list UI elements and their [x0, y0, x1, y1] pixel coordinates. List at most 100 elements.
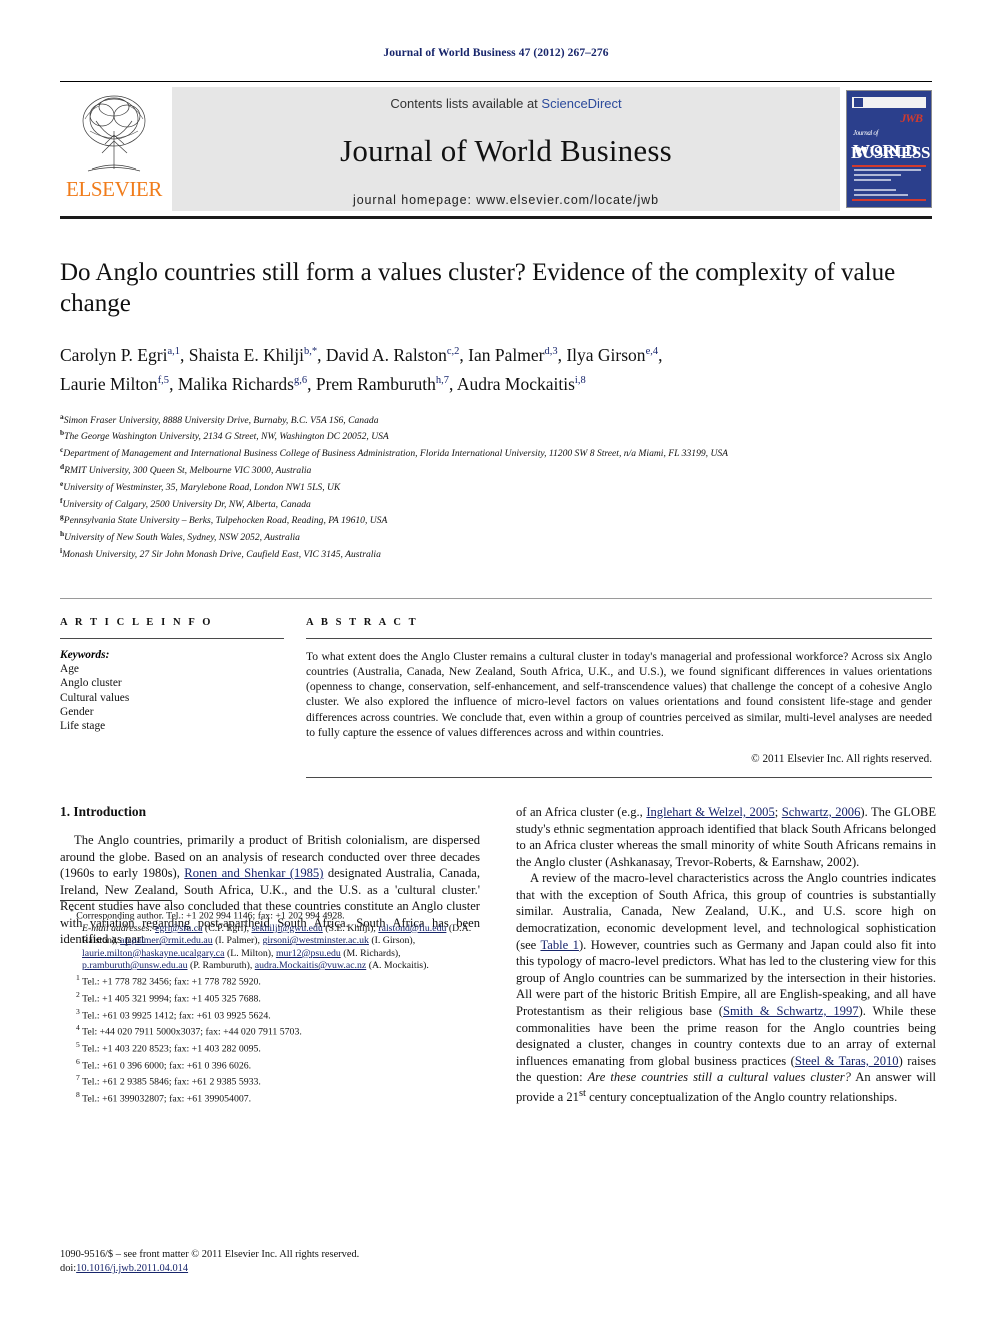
citation-ronen-shenkar[interactable]: Ronen and Shenkar (1985) — [184, 866, 323, 880]
affiliation-text: University of New South Wales, Sydney, N… — [64, 532, 300, 544]
email-owner: (S.E. Khilji), — [322, 922, 379, 934]
email-owner: (L. Milton), — [224, 947, 276, 959]
email-link[interactable]: mur12@psu.edu — [276, 948, 341, 959]
email-owner: (M. Richards), — [340, 947, 401, 959]
keyword-item: Anglo cluster — [60, 677, 122, 690]
footnote-marker: 2 — [76, 990, 80, 1000]
email-addresses-label: E-mail addresses: — [82, 922, 153, 934]
article-info-heading: A R T I C L E I N F O — [60, 616, 214, 628]
abstract-text: To what extent does the Anglo Cluster re… — [306, 649, 932, 739]
email-link[interactable]: laurie.milton@haskayne.ucalgary.ca — [82, 948, 225, 959]
doi-link[interactable]: 10.1016/j.jwb.2011.04.014 — [76, 1263, 188, 1274]
footnote-divider — [60, 900, 172, 902]
footnote-marker: 5 — [76, 1040, 80, 1050]
journal-title: Journal of World Business — [340, 132, 672, 168]
author-line-1: Carolyn P. Egria,1, Shaista E. Khiljib,*… — [60, 344, 663, 365]
affiliation-text: University of Calgary, 2500 University D… — [62, 498, 311, 510]
elsevier-logo: ELSEVIER — [60, 87, 168, 211]
cover-title-line2: BUSINESS — [851, 143, 931, 162]
masthead-center-band: Contents lists available at ScienceDirec… — [172, 87, 840, 211]
affiliation-item: eUniversity of Westminster, 35, Marylebo… — [60, 478, 932, 495]
email-link[interactable]: egri@sfu.ca — [155, 923, 202, 934]
elsevier-wordmark: ELSEVIER — [66, 177, 162, 201]
email-owner: (I. Palmer), — [212, 935, 263, 947]
abstract-column: A B S T R A C T To what extent does the … — [306, 599, 932, 778]
citation-smith-schwartz[interactable]: Smith & Schwartz, 1997 — [723, 1004, 859, 1018]
email-owner: (C.P. Egri), — [202, 922, 252, 934]
body-column-right: of an Africa cluster (e.g., Inglehart & … — [516, 804, 936, 1106]
citation-steel-taras[interactable]: Steel & Taras, 2010 — [795, 1054, 899, 1068]
intro-paragraph-right-1: of an Africa cluster (e.g., Inglehart & … — [516, 804, 936, 870]
affiliation-item: gPennsylvania State University – Berks, … — [60, 511, 932, 528]
affiliation-item: dRMIT University, 300 Queen St, Melbourn… — [60, 461, 932, 478]
link-table-1[interactable]: Table 1 — [540, 938, 579, 952]
research-question: Are these countries still a cultural val… — [587, 1070, 851, 1085]
affiliation-text: RMIT University, 300 Queen St, Melbourne… — [64, 465, 312, 477]
citation-inglehart-welzel[interactable]: Inglehart & Welzel, 2005 — [646, 805, 774, 819]
footnote-marker: 3 — [76, 1006, 80, 1016]
section-heading-introduction: 1. Introduction — [60, 803, 147, 819]
affiliation-item: bThe George Washington University, 2134 … — [60, 427, 932, 444]
email-link[interactable]: ralstond@fiu.edu — [378, 923, 446, 934]
article-info-column: A R T I C L E I N F O Keywords: Age Angl… — [60, 599, 306, 778]
footnote-tel: 2 Tel.: +1 405 321 9994; fax: +1 405 325… — [60, 989, 480, 1006]
body-columns: 1. Introduction The Anglo countries, pri… — [60, 804, 936, 1106]
footnote-tel: 1 Tel.: +1 778 782 3456; fax: +1 778 782… — [60, 972, 480, 989]
affiliation-item: hUniversity of New South Wales, Sydney, … — [60, 528, 932, 545]
keyword-item: Life stage — [60, 720, 106, 733]
footnote-tel-text: Tel.: +61 03 9925 1412; fax: +61 03 9925… — [82, 1010, 271, 1022]
author-list: Carolyn P. Egria,1, Shaista E. Khiljib,*… — [60, 339, 932, 397]
footnote-marker: 1 — [76, 973, 80, 983]
email-link[interactable]: sekhilji@gwu.edu — [251, 923, 322, 934]
article-info-abstract-section: A R T I C L E I N F O Keywords: Age Angl… — [60, 597, 932, 778]
sciencedirect-link[interactable]: ScienceDirect — [541, 96, 621, 111]
footnote-tel: 8 Tel.: +61 399032807; fax: +61 39905400… — [60, 1089, 480, 1106]
email-link[interactable]: audra.Mockaitis@vuw.ac.nz — [255, 960, 367, 971]
title-block: Do Anglo countries still form a values c… — [60, 257, 932, 562]
journal-masthead: ELSEVIER Contents lists available at Sci… — [60, 81, 932, 219]
footnote-tel: 5 Tel.: +1 403 220 8523; fax: +1 403 282… — [60, 1039, 480, 1056]
affiliation-item: iMonash University, 27 Sir John Monash D… — [60, 545, 932, 562]
email-link[interactable]: p.ramburuth@unsw.edu.au — [82, 960, 188, 971]
asterisk-icon: * — [70, 907, 74, 917]
body-column-left: 1. Introduction The Anglo countries, pri… — [60, 804, 480, 1106]
email-owner: (A. Mockaitis). — [366, 960, 429, 971]
email-link[interactable]: girsoni@westminster.ac.uk — [262, 935, 368, 946]
affiliation-text: The George Washington University, 2134 G… — [64, 431, 389, 443]
footnote-tel-text: Tel.: +1 403 220 8523; fax: +1 403 282 0… — [82, 1043, 261, 1055]
affiliation-list: aSimon Fraser University, 8888 Universit… — [60, 411, 932, 562]
footnote-tel-text: Tel.: +61 2 9385 5846; fax: +61 2 9385 5… — [82, 1076, 261, 1088]
author-line-2: Laurie Miltonf,5, Malika Richardsg,6, Pr… — [60, 373, 586, 394]
contents-prefix: Contents lists available at — [390, 95, 538, 111]
cover-rule-bottom — [852, 199, 926, 201]
right-text-b: ; — [774, 804, 782, 819]
keywords-label: Keywords: — [60, 648, 110, 661]
cover-jwb-mark: JWB — [900, 111, 923, 125]
elsevier-tree-icon — [72, 91, 156, 177]
divider — [60, 637, 284, 639]
citation-schwartz[interactable]: Schwartz, 2006 — [782, 805, 861, 819]
issn-copyright-line: 1090-9516/$ – see front matter © 2011 El… — [60, 1249, 360, 1261]
running-head: Journal of World Business 47 (2012) 267–… — [383, 47, 609, 59]
affiliation-item: cDepartment of Management and Internatio… — [60, 444, 932, 461]
footnote-tel-text: Tel: +44 020 7911 5000x3037; fax: +44 02… — [82, 1026, 302, 1038]
email-link[interactable]: an.palmer@rmit.edu.au — [120, 935, 213, 946]
abstract-heading: A B S T R A C T — [306, 616, 419, 628]
footnote-block: * Corresponding author. Tel.: +1 202 994… — [60, 900, 480, 1106]
journal-homepage-line[interactable]: journal homepage: www.elsevier.com/locat… — [353, 193, 659, 207]
email-owner: (P. Ramburuth), — [187, 960, 255, 971]
page-footer: 1090-9516/$ – see front matter © 2011 El… — [60, 1248, 480, 1275]
footnote-email-addresses: E-mail addresses: egri@sfu.ca (C.P. Egri… — [60, 923, 480, 973]
footnote-tel-text: Tel.: +1 778 782 3456; fax: +1 778 782 5… — [82, 976, 261, 988]
doi-line: doi:10.1016/j.jwb.2011.04.014 — [60, 1262, 480, 1275]
cover-rule-top — [852, 165, 926, 167]
keyword-item: Gender — [60, 705, 94, 718]
ordinal-suffix: st — [578, 1088, 586, 1099]
affiliation-text: University of Westminster, 35, Marylebon… — [63, 481, 341, 493]
corresponding-author-text: Corresponding author. Tel.: +1 202 994 1… — [76, 910, 345, 922]
footnote-tel: 7 Tel.: +61 2 9385 5846; fax: +61 2 9385… — [60, 1072, 480, 1089]
email-owner: (I. Girson), — [368, 935, 416, 947]
right-text-a: of an Africa cluster (e.g., — [516, 804, 647, 819]
affiliation-text: Simon Fraser University, 8888 University… — [63, 414, 379, 426]
footnote-marker: 8 — [76, 1090, 80, 1100]
